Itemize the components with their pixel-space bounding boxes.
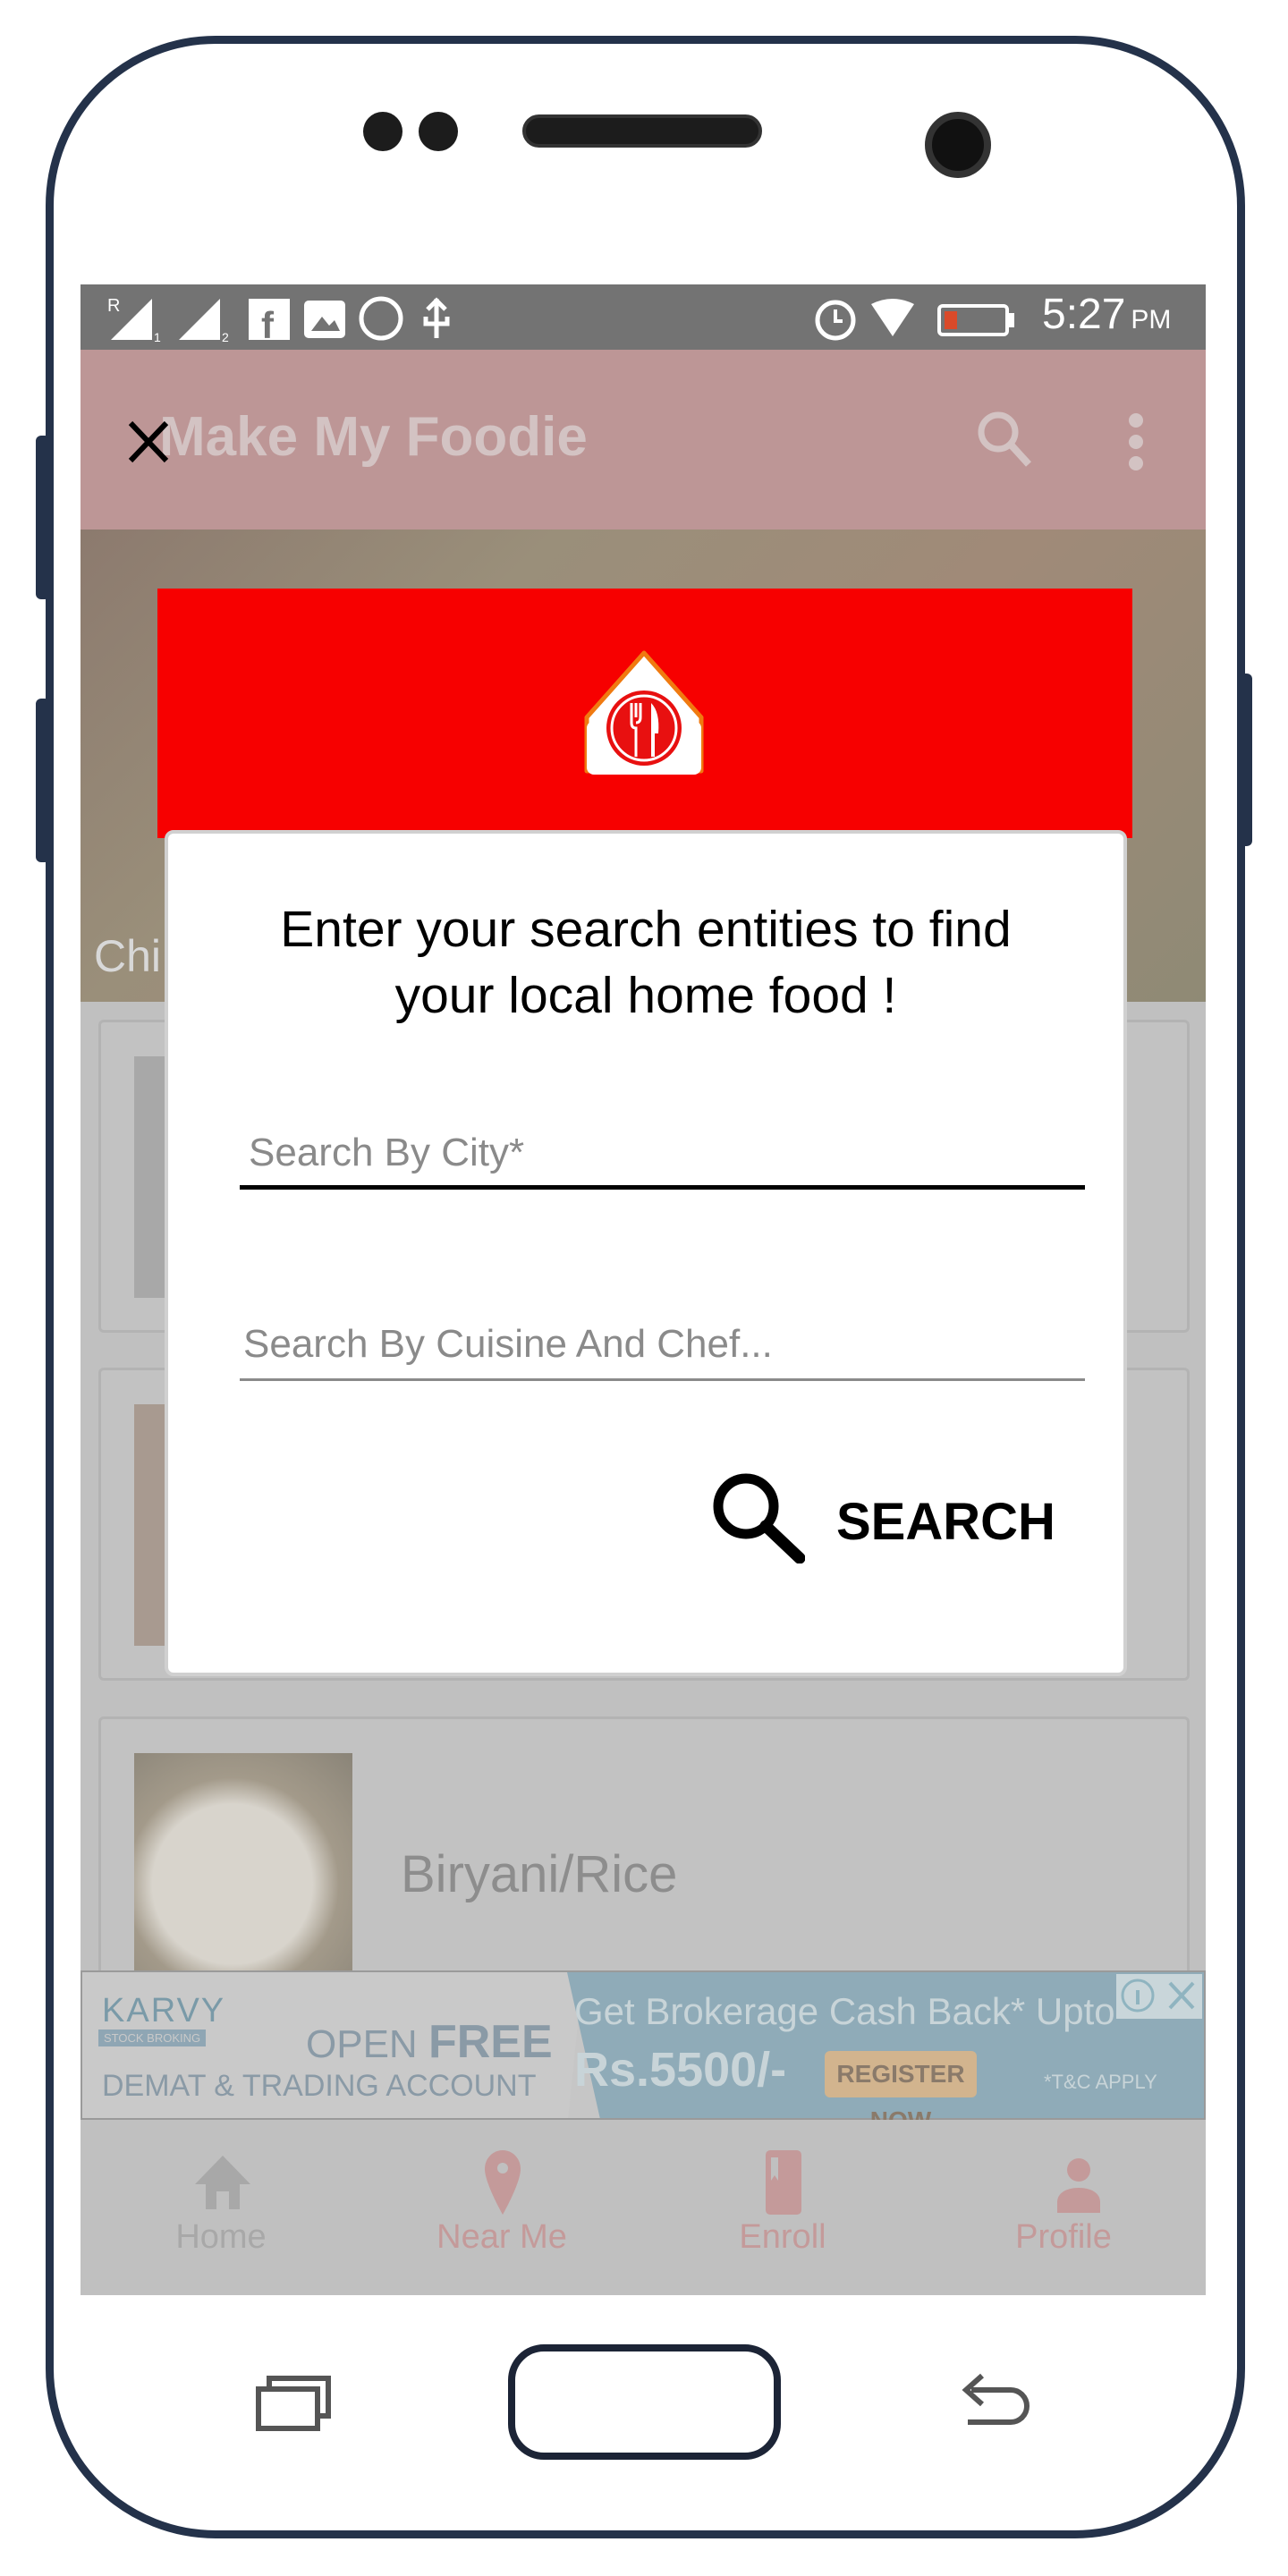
nav-profile[interactable]: Profile (923, 2120, 1204, 2295)
app-title: Make My Foodie (159, 406, 588, 468)
search-button[interactable]: SEARCH (705, 1460, 1080, 1567)
cuisine-placeholder: Search By Cuisine And Chef... (243, 1322, 773, 1366)
location-pin-icon (485, 2150, 521, 2215)
nav-label: Near Me (436, 2218, 567, 2256)
volume-down-button (36, 699, 50, 862)
book-icon (766, 2150, 801, 2215)
city-input[interactable]: Search By City* (240, 1123, 1085, 1190)
hero-caption: Chi (94, 931, 162, 981)
ad-banner[interactable]: KARVY STOCK BROKING OPEN FREE DEMAT & TR… (80, 1970, 1206, 2134)
bottom-nav: Home Near Me Enroll Profile (80, 2120, 1206, 2295)
ad-register-button[interactable]: REGISTER NOW (825, 2051, 977, 2134)
status-bar: R 1 2 f 5:27 PM (80, 284, 1206, 350)
speaker-grille (522, 114, 762, 148)
svg-text:R: R (107, 296, 120, 316)
app-bar: Make My Foodie (80, 350, 1206, 530)
sensor-dot (363, 112, 402, 151)
nav-enroll[interactable]: Enroll (642, 2120, 923, 2295)
clock-time: 5:27 (1042, 291, 1126, 338)
search-button-label: SEARCH (836, 1493, 1055, 1551)
home-icon (195, 2156, 250, 2209)
list-item-label: Biryani/Rice (401, 1845, 678, 1903)
person-icon (1057, 2158, 1100, 2213)
svg-text:f: f (261, 304, 275, 343)
nav-label: Profile (1015, 2218, 1112, 2256)
status-left-icons: R 1 2 f (107, 296, 450, 343)
ad-headline: Get Brokerage Cash Back* Upto (574, 1990, 1115, 2032)
ad-brand: KARVY (102, 1992, 226, 2029)
ad-free: FREE (428, 2016, 553, 2068)
power-button (1238, 674, 1252, 846)
ad-open: OPEN (306, 2022, 418, 2066)
sensor-dot (419, 112, 458, 151)
ad-terms: *T&C APPLY (1044, 2071, 1157, 2093)
back-icon[interactable] (955, 2370, 1032, 2433)
search-icon[interactable] (975, 409, 1034, 471)
ad-account: DEMAT & TRADING ACCOUNT (102, 2069, 537, 2103)
ad-brand-sub: STOCK BROKING (98, 2029, 207, 2046)
clock-ampm: PM (1131, 305, 1172, 335)
nav-near-me[interactable]: Near Me (361, 2120, 642, 2295)
ad-info-close[interactable] (1116, 1974, 1202, 2019)
nav-label: Enroll (739, 2218, 826, 2256)
dialog-title: Enter your search entities to find your … (280, 901, 1012, 1024)
nav-label: Home (175, 2218, 267, 2256)
volume-up-button (36, 436, 50, 599)
more-vert-icon[interactable] (1127, 412, 1145, 471)
city-placeholder: Search By City* (249, 1131, 525, 1174)
app-logo-icon (584, 650, 704, 775)
ad-amount: Rs.5500/- (574, 2043, 787, 2097)
close-icon[interactable] (127, 419, 170, 464)
svg-text:2: 2 (222, 330, 229, 343)
home-button[interactable] (508, 2344, 781, 2460)
recent-apps-icon[interactable] (255, 2375, 332, 2432)
search-icon (713, 1473, 805, 1563)
search-dialog: Enter your search entities to find your … (165, 830, 1127, 1676)
list-item-image (134, 1753, 352, 1971)
cuisine-chef-input[interactable]: Search By Cuisine And Chef... (240, 1315, 1085, 1381)
svg-text:1: 1 (154, 330, 161, 343)
nav-home[interactable]: Home (80, 2120, 361, 2295)
front-camera (925, 112, 991, 178)
dialog-header (157, 589, 1132, 838)
